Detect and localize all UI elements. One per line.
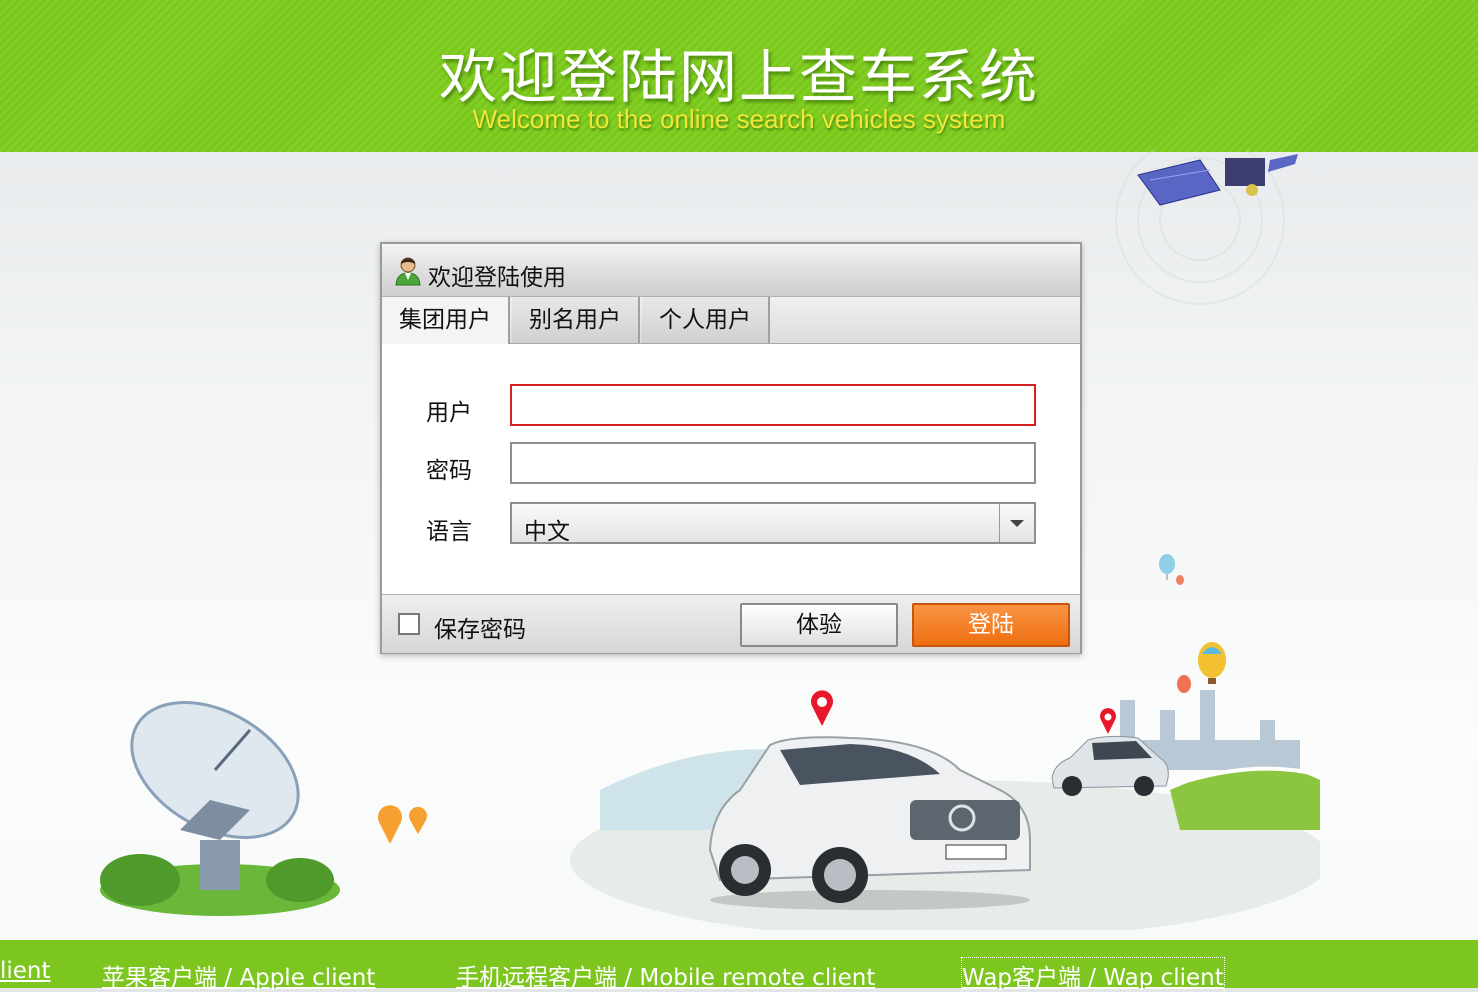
car-icon: [708, 736, 1031, 910]
tab-group-user[interactable]: 集团用户: [382, 297, 510, 344]
header-banner: 欢迎登陆网上查车系统 Welcome to the online search …: [0, 0, 1478, 152]
username-label: 用户: [426, 400, 472, 426]
dialog-titlebar: 欢迎登陆使用: [382, 244, 1080, 297]
language-label: 语言: [426, 519, 472, 545]
map-pin-icon: [378, 805, 427, 844]
remember-password-label[interactable]: 保存密码: [434, 610, 526, 644]
login-button[interactable]: 登陆: [912, 603, 1070, 647]
language-selected-value: 中文: [524, 519, 570, 545]
map-pin-icon: [811, 690, 833, 726]
footer-link-wap-client[interactable]: Wap客户端 / Wap client: [961, 957, 1225, 992]
footer-link-mobile-remote-client[interactable]: 手机远程客户端 / Mobile remote client: [456, 958, 875, 992]
remember-password-checkbox[interactable]: [398, 613, 420, 635]
user-type-tabs: 集团用户 别名用户 个人用户: [382, 297, 1080, 344]
balloon-icon: [1159, 554, 1226, 693]
login-dialog: 欢迎登陆使用 集团用户 别名用户 个人用户 用户 密码 语言 中文 保存密码 体…: [380, 242, 1082, 654]
password-input[interactable]: [510, 442, 1036, 484]
footer-link-client-partial[interactable]: lient: [0, 958, 51, 984]
page-subtitle: Welcome to the online search vehicles sy…: [472, 104, 1006, 134]
username-input[interactable]: [510, 384, 1036, 426]
car-icon: [1051, 735, 1169, 796]
dropdown-arrow-icon[interactable]: [999, 504, 1034, 542]
user-avatar-icon: [395, 257, 421, 286]
page-title: 欢迎登陆网上查车系统: [438, 43, 1039, 111]
tab-personal-user[interactable]: 个人用户: [642, 297, 770, 343]
dialog-title: 欢迎登陆使用: [428, 265, 566, 291]
password-label: 密码: [426, 458, 472, 484]
tab-alias-user[interactable]: 别名用户: [512, 297, 640, 343]
dialog-footer: 保存密码 体验 登陆: [382, 594, 1080, 653]
language-select[interactable]: 中文: [510, 502, 1036, 545]
footer-link-apple-client[interactable]: 苹果客户端 / Apple client: [102, 958, 375, 992]
satellite-dish-icon: [100, 701, 340, 916]
trial-button[interactable]: 体验: [740, 603, 898, 647]
satellite-icon: [1115, 150, 1298, 305]
